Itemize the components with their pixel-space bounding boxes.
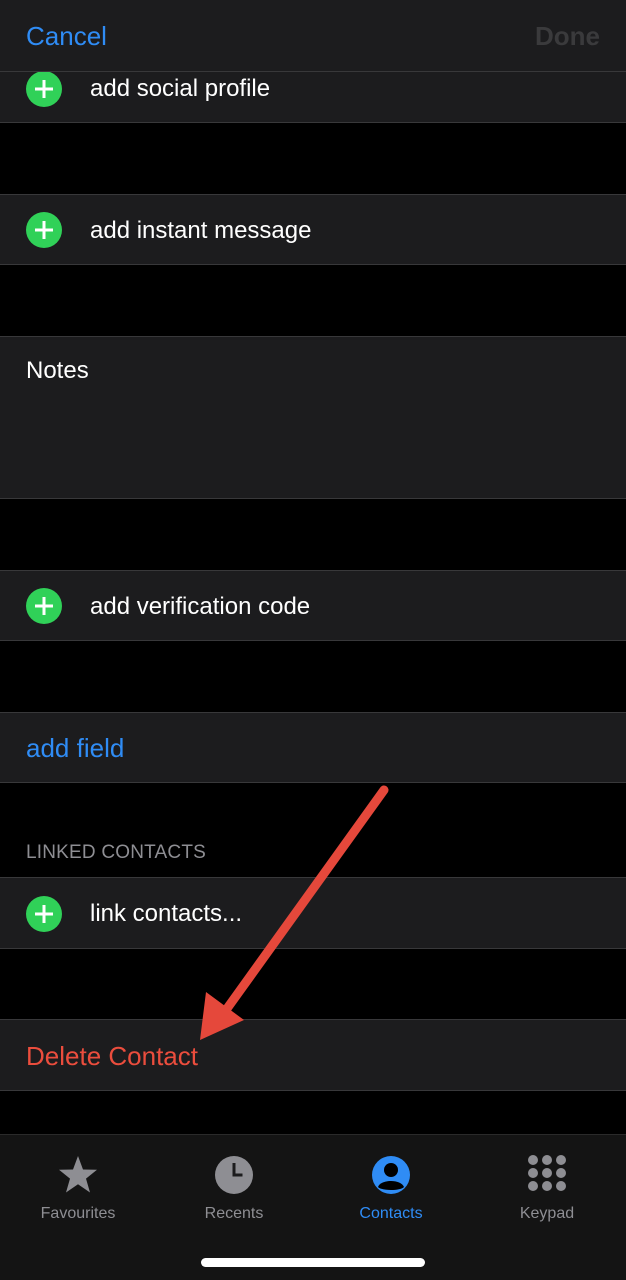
add-icon[interactable]	[26, 71, 62, 107]
navigation-bar: Cancel Done	[0, 0, 626, 72]
done-button[interactable]: Done	[535, 18, 600, 54]
add-icon[interactable]	[26, 896, 62, 932]
person-circle-icon	[372, 1156, 410, 1194]
add-instant-message-row[interactable]: add instant message	[0, 194, 626, 265]
tab-contacts[interactable]: Contacts	[313, 1155, 469, 1225]
star-icon	[59, 1156, 97, 1193]
link-contacts-label: link contacts...	[90, 900, 243, 927]
tab-recents[interactable]: Recents	[156, 1155, 312, 1225]
cancel-button[interactable]: Cancel	[26, 18, 107, 54]
link-contacts-row[interactable]: link contacts...	[0, 877, 626, 949]
add-icon[interactable]	[26, 588, 62, 624]
clock-icon	[215, 1156, 253, 1194]
add-icon[interactable]	[26, 212, 62, 248]
tab-favourites[interactable]: Favourites	[0, 1155, 156, 1225]
delete-contact-button[interactable]: Delete Contact	[26, 1020, 198, 1092]
tab-favourites-label: Favourites	[40, 1205, 116, 1222]
add-verification-code-row[interactable]: add verification code	[0, 570, 626, 641]
linked-contacts-header: LINKED CONTACTS	[26, 842, 207, 863]
tab-contacts-label: Contacts	[359, 1205, 423, 1222]
notes-field[interactable]: Notes	[0, 336, 626, 499]
tab-keypad-label: Keypad	[519, 1205, 575, 1222]
add-field-row[interactable]: add field	[0, 712, 626, 783]
keypad-icon	[528, 1155, 566, 1191]
home-indicator[interactable]	[201, 1258, 425, 1267]
tab-keypad[interactable]: Keypad	[469, 1155, 625, 1225]
tab-recents-label: Recents	[204, 1205, 264, 1222]
delete-contact-row[interactable]: Delete Contact	[0, 1019, 626, 1091]
add-instant-message-label: add instant message	[90, 217, 312, 244]
add-field-button[interactable]: add field	[26, 713, 124, 784]
add-verification-code-label: add verification code	[90, 593, 311, 620]
notes-label: Notes	[26, 357, 89, 384]
